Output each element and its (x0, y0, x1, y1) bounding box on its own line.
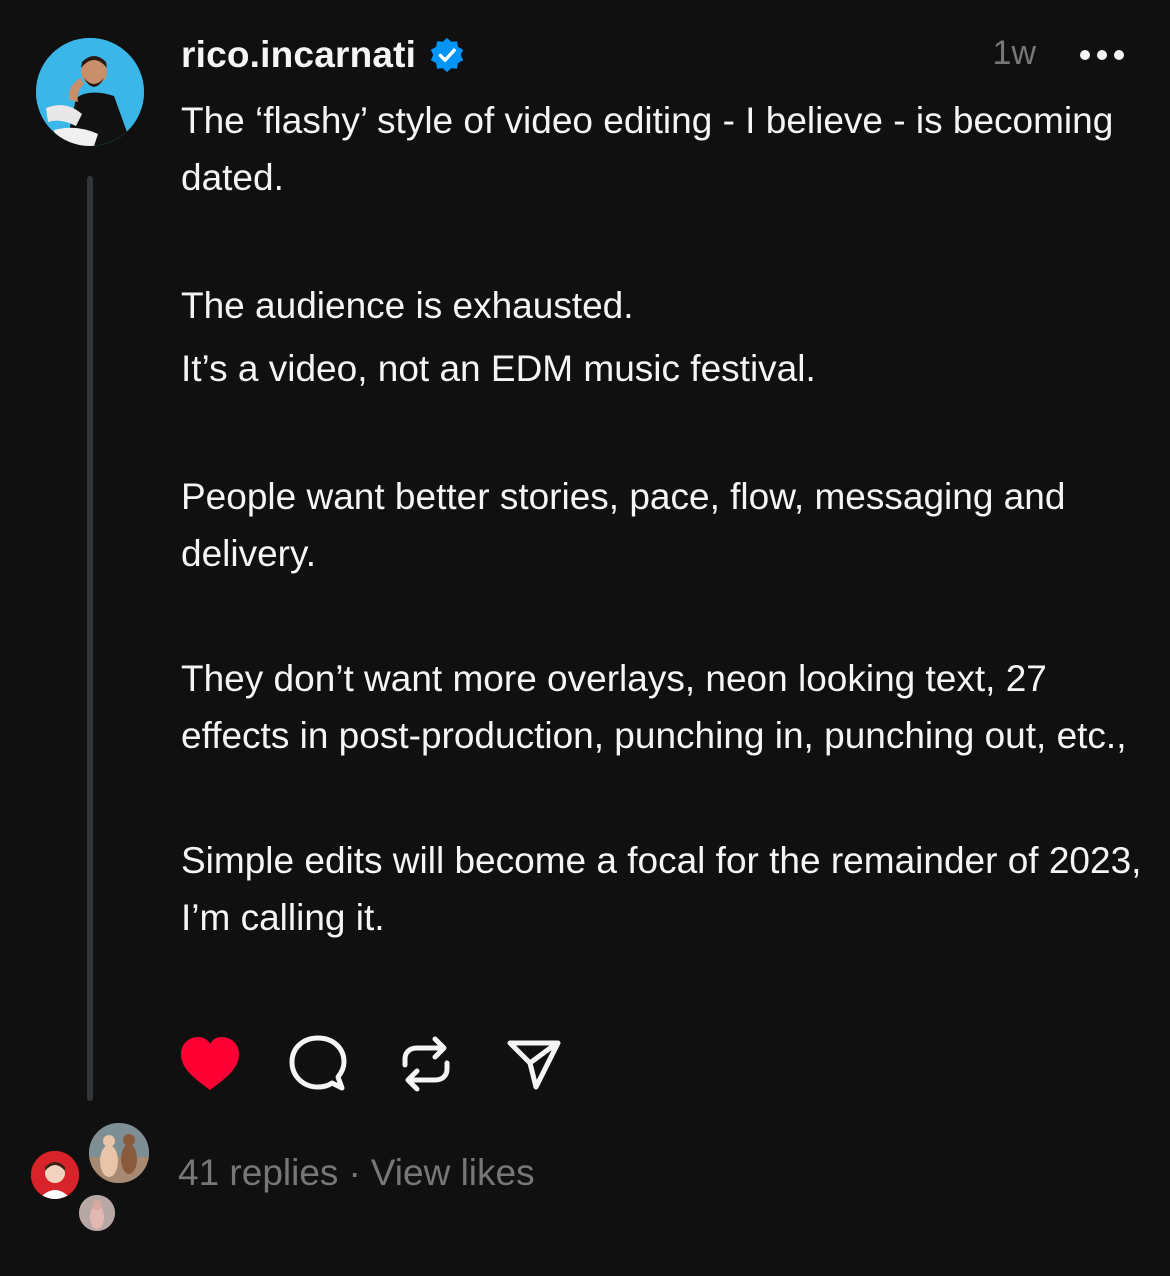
replies-link[interactable]: 41 replies (178, 1152, 338, 1193)
reply-avatar (28, 1148, 82, 1202)
more-options-icon[interactable] (1080, 46, 1124, 64)
username-link[interactable]: rico.incarnati (181, 34, 416, 76)
reply-avatar (76, 1192, 118, 1234)
comment-icon[interactable] (286, 1034, 350, 1094)
view-likes-link[interactable]: View likes (371, 1152, 535, 1193)
post-header: rico.incarnati (181, 30, 466, 80)
post-body: The ‘flashy’ style of video editing - I … (181, 92, 1146, 1014)
repost-icon[interactable] (394, 1034, 458, 1094)
post-footer: 41 replies · View likes (178, 1152, 535, 1194)
author-avatar[interactable] (36, 38, 144, 146)
post-paragraph: Simple edits will become a focal for the… (181, 840, 1142, 938)
thread-line (87, 176, 93, 1101)
verified-badge-icon (428, 36, 466, 74)
action-bar (178, 1034, 610, 1094)
post-timestamp: 1w (992, 34, 1036, 72)
reply-avatars (28, 1120, 158, 1235)
separator-dot: · (348, 1152, 361, 1193)
post-paragraph: The ‘flashy’ style of video editing - I … (181, 100, 1114, 198)
post-paragraph: The audience is exhausted. It’s a video,… (181, 285, 816, 389)
thread-post: rico.incarnati 1w The ‘flashy’ style of … (0, 0, 1170, 1276)
heart-filled-icon[interactable] (178, 1034, 242, 1094)
post-paragraph: They don’t want more overlays, neon look… (181, 658, 1127, 756)
post-paragraph: People want better stories, pace, flow, … (181, 476, 1066, 574)
reply-avatar (86, 1120, 152, 1186)
send-icon[interactable] (502, 1034, 566, 1094)
